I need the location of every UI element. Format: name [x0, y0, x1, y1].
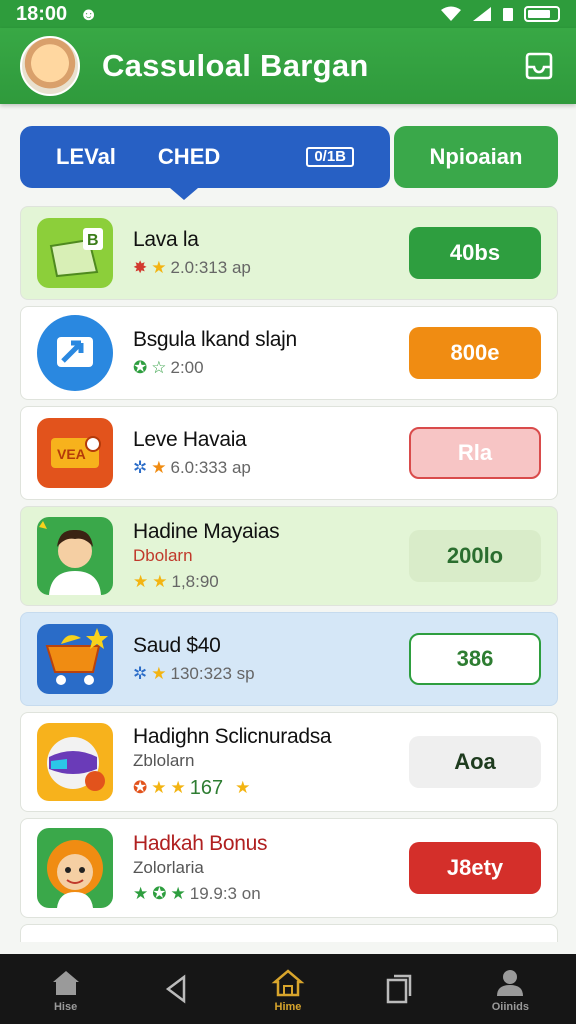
star-icon: ☆: [151, 358, 167, 377]
tab-bar: LEVal CHED 0/1B Npioaian: [20, 126, 558, 200]
wifi-icon: [441, 6, 461, 21]
tab-npioaian-label: Npioaian: [429, 144, 523, 169]
nav-recents[interactable]: [359, 972, 439, 1006]
item-subtitle: Zblolarn: [133, 750, 195, 770]
star-icon: ✸: [133, 258, 148, 277]
star-icon: ★: [170, 884, 186, 903]
list-item-partial: [20, 924, 558, 942]
item-name: Hadine Mayaias: [133, 520, 280, 543]
star-icon: ★: [235, 778, 251, 797]
item-name: Lava la: [133, 228, 199, 251]
item-meta: 6.0:333 ap: [170, 458, 251, 477]
star-icon: ★: [133, 572, 149, 591]
price-button[interactable]: 800e: [409, 327, 541, 379]
battery-icon: [524, 6, 560, 22]
ticket-icon: VEA: [37, 418, 113, 488]
home-outline-icon: [271, 968, 305, 996]
nav-home-label: Hise: [53, 1000, 78, 1013]
box-icon: B: [37, 218, 113, 288]
price-button[interactable]: 40bs: [409, 227, 541, 279]
nav-profile[interactable]: Oiinids: [470, 966, 550, 1013]
list-item[interactable]: Hadighn Sclicnuradsa Zblolarn ✪ ★ ★ 167 ★ Ao…: [20, 712, 558, 812]
sim-icon: [503, 8, 513, 21]
item-name: Bsgula lkand slajn: [133, 328, 297, 351]
item-name: Hadighn Sclicnuradsa: [133, 724, 332, 748]
price-button[interactable]: 386: [409, 633, 541, 685]
item-meta: 167: [189, 776, 224, 799]
star-icon: ✪: [133, 358, 148, 377]
svg-text:VEA: VEA: [57, 446, 86, 462]
nav-home[interactable]: Hise: [26, 966, 106, 1013]
item-meta: 2:00: [170, 358, 204, 377]
star-icon: ✪: [152, 884, 167, 903]
nav-profile-label: Oiinids: [491, 1000, 529, 1013]
star-icon: ★: [151, 458, 167, 477]
price-button-label: 200lo: [446, 543, 504, 568]
list-item[interactable]: B Lava la ✸ ★ 2.0:313 ap 40bs: [20, 206, 558, 300]
home-icon: [52, 970, 79, 995]
list-item[interactable]: Hadine Mayaias Dbolarn ★ ★ 1,8:90 200lo: [20, 506, 558, 606]
app-bar: Cassuloal Bargan: [0, 28, 576, 104]
price-button[interactable]: J8ety: [409, 842, 541, 894]
signal-icon: [473, 7, 491, 21]
status-time: 18:00: [16, 2, 68, 25]
deal-list: B Lava la ✸ ★ 2.0:313 ap 40bs Bsgula lkand…: [20, 206, 558, 942]
item-meta: 2.0:313 ap: [170, 258, 251, 277]
list-item[interactable]: VEA Leve Havaia ✲ ★ 6.0:333 ap Rla: [20, 406, 558, 500]
app-title: Cassuloal Bargan: [102, 48, 369, 83]
item-meta: 1,8:90: [171, 572, 219, 591]
star-icon: ✪: [133, 778, 148, 797]
profile-icon: [497, 969, 524, 996]
shopping-cart-icon: [37, 624, 113, 694]
tab-level[interactable]: LEVal CHED 0/1B: [20, 126, 390, 200]
price-button-label: J8ety: [446, 855, 504, 880]
item-name: Saud $40: [133, 634, 221, 657]
arrow-icon: [37, 315, 113, 391]
list-item[interactable]: Saud $40 ✲ ★ 130:323 sp 386: [20, 612, 558, 706]
bottom-nav: Hise Hime Oiinids: [0, 954, 576, 1024]
status-bar: 18:00 ☻: [0, 0, 576, 28]
star-icon: ★: [152, 572, 168, 591]
nav-hime[interactable]: Hime: [248, 966, 328, 1013]
item-subtitle: Zolorlaria: [133, 858, 204, 877]
star-icon: ✲: [133, 664, 148, 683]
ball-icon: [37, 723, 113, 801]
app-logo: [20, 36, 80, 96]
svg-text:B: B: [87, 232, 99, 249]
item-name: Hadkah Bonus: [133, 832, 268, 855]
star-icon: ★: [151, 778, 167, 797]
back-triangle-icon: [165, 974, 186, 1004]
star-icon: ★: [133, 884, 149, 903]
nav-hime-label: Hime: [274, 1000, 302, 1013]
price-button[interactable]: 200lo: [409, 530, 541, 582]
character-icon: [37, 828, 113, 908]
price-button-label: Rla: [457, 440, 493, 465]
star-icon: ★: [151, 258, 167, 277]
tab-badge: 0/1B: [306, 147, 354, 167]
list-item[interactable]: Bsgula lkand slajn ✪ ☆ 2:00 800e: [20, 306, 558, 400]
item-name: Leve Havaia: [133, 428, 247, 451]
price-button-label: 40bs: [449, 240, 501, 265]
inbox-icon[interactable]: [522, 49, 556, 83]
avatar: [37, 517, 113, 595]
price-button-label: Aoa: [454, 749, 496, 774]
tab-npioaian[interactable]: Npioaian: [394, 126, 558, 188]
item-meta: 130:323 sp: [170, 664, 255, 683]
star-icon: ★: [151, 664, 167, 683]
list-item[interactable]: Hadkah Bonus Zolorlaria ★ ✪ ★ 19.9:3 on J8e…: [20, 818, 558, 918]
star-icon: ✲: [133, 458, 148, 477]
recents-icon: [386, 974, 412, 1004]
tab-ched-label[interactable]: CHED: [158, 144, 220, 170]
notification-icon: ☻: [79, 3, 99, 24]
price-button-label: 800e: [450, 340, 500, 365]
star-icon: ★: [170, 778, 186, 797]
item-meta: 19.9:3 on: [189, 884, 261, 903]
nav-back[interactable]: [137, 972, 217, 1006]
price-button-label: 386: [456, 646, 494, 671]
price-button[interactable]: Rla: [409, 427, 541, 479]
item-subtitle: Dbolarn: [133, 546, 193, 565]
price-button[interactable]: Aoa: [409, 736, 541, 788]
tab-level-label: LEVal: [56, 144, 116, 169]
